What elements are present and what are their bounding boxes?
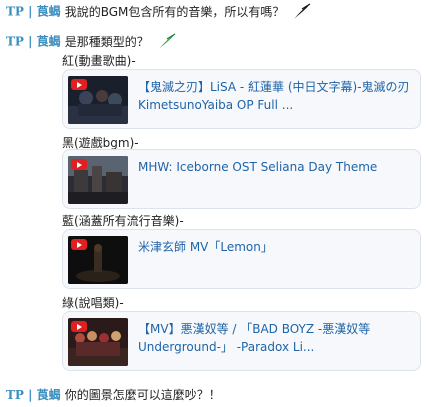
video-title-link[interactable]: 【MV】悪漢奴等 / 「BAD BOYZ -悪漢奴等 Underground-」… [138, 320, 416, 356]
category-label: 紅(動畫歌曲)- [62, 54, 136, 68]
youtube-icon [71, 79, 87, 90]
youtube-icon [71, 239, 87, 250]
youtube-icon [71, 159, 87, 170]
video-title-link[interactable]: 米津玄師 MV「Lemon」 [138, 238, 416, 256]
message-text: 是那種類型的？ [64, 34, 149, 49]
video-link-card[interactable]: 米津玄師 MV「Lemon」 [62, 229, 421, 289]
chat-message: TP | 莨蝎 你的圖景怎麼可以這麼吵？！ [6, 387, 221, 403]
video-link-card[interactable]: 【MV】悪漢奴等 / 「BAD BOYZ -悪漢奴等 Underground-」… [62, 311, 421, 371]
video-title-link[interactable]: 【鬼滅之刃】LiSA - 紅蓮華 (中日文字幕)-鬼滅の刃 KimetsunoY… [138, 78, 416, 114]
chat-message: TP | 莨蝎 是那種類型的？ [6, 33, 177, 51]
video-title-link[interactable]: MHW: Iceborne OST Seliana Day Theme [138, 158, 416, 176]
message-author-link[interactable]: TP | 莨蝎 [6, 5, 61, 19]
video-thumbnail [68, 156, 128, 204]
green-feather-icon [157, 33, 175, 50]
video-link-card[interactable]: 【鬼滅之刃】LiSA - 紅蓮華 (中日文字幕)-鬼滅の刃 KimetsunoY… [62, 69, 421, 129]
video-link-card[interactable]: MHW: Iceborne OST Seliana Day Theme [62, 149, 421, 209]
chat-message: TP | 莨蝎 我說的BGM包含所有的音樂，所以有嗎？ [6, 3, 312, 21]
message-author-link[interactable]: TP | 莨蝎 [6, 35, 61, 49]
category-label: 綠(說唱類)- [62, 296, 124, 310]
video-thumbnail [68, 76, 128, 124]
message-author-link[interactable]: TP | 莨蝎 [6, 388, 61, 402]
youtube-icon [71, 321, 87, 332]
message-text: 你的圖景怎麼可以這麼吵？！ [64, 388, 221, 402]
black-feather-icon [293, 3, 311, 20]
video-thumbnail [68, 318, 128, 366]
category-label: 藍(涵蓋所有流行音樂)- [62, 214, 184, 228]
message-text: 我說的BGM包含所有的音樂，所以有嗎？ [64, 4, 285, 19]
video-thumbnail [68, 236, 128, 284]
